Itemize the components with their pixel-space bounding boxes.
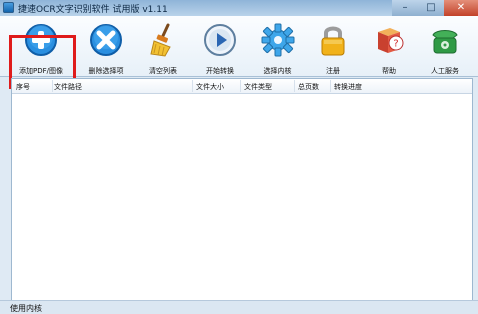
maximize-icon: □ — [426, 2, 436, 13]
col-index[interactable]: 序号 — [16, 82, 30, 92]
gear-icon — [261, 23, 294, 57]
start-convert-label: 开始转换 — [206, 67, 234, 75]
minimize-icon: – — [402, 2, 408, 13]
col-file-path[interactable]: 文件路径 — [54, 82, 82, 92]
title-bar[interactable]: 捷速OCR文字识别软件 试用版 v1.11 – □ ✕ — [0, 0, 478, 17]
customer-service-label: 人工服务 — [431, 67, 459, 75]
column-separator — [192, 80, 193, 92]
column-separator — [294, 80, 295, 92]
play-icon — [204, 24, 236, 56]
grid-body[interactable] — [12, 94, 472, 301]
status-bar: 使用内核 — [0, 300, 478, 314]
close-button[interactable]: ✕ — [444, 0, 478, 16]
close-icon: ✕ — [456, 2, 466, 13]
col-total-pages[interactable]: 总页数 — [298, 82, 319, 92]
column-separator — [330, 80, 331, 92]
delete-selected-label: 删除选择项 — [88, 67, 124, 75]
lock-icon — [321, 26, 345, 56]
start-convert-button[interactable]: 开始转换 — [193, 19, 247, 75]
app-window: 捷速OCR文字识别软件 试用版 v1.11 – □ ✕ 添加PDF/图像 删除选… — [0, 0, 478, 314]
help-label: 帮助 — [382, 67, 396, 75]
col-file-size[interactable]: 文件大小 — [196, 82, 224, 92]
delete-x-icon — [90, 24, 122, 56]
window-title: 捷速OCR文字识别软件 试用版 v1.11 — [18, 5, 168, 15]
svg-text:?: ? — [393, 39, 398, 50]
app-icon — [3, 2, 14, 13]
register-label: 注册 — [326, 67, 340, 75]
phone-icon — [432, 30, 458, 54]
broom-icon — [150, 23, 171, 57]
help-book-icon: ? — [378, 28, 404, 53]
toolbar: 添加PDF/图像 删除选择项 清空列表 开始转换 选择内核 注册 ? 帮助 人工… — [0, 16, 478, 89]
register-button[interactable]: 注册 — [309, 19, 357, 75]
maximize-button[interactable]: □ — [418, 0, 444, 16]
column-separator — [52, 80, 53, 92]
clear-list-label: 清空列表 — [149, 67, 177, 75]
minimize-button[interactable]: – — [392, 0, 418, 16]
clear-list-button[interactable]: 清空列表 — [137, 19, 189, 75]
grid-header: 序号 文件路径 文件大小 文件类型 总页数 转换进度 — [12, 79, 472, 94]
column-separator — [240, 80, 241, 92]
col-file-type[interactable]: 文件类型 — [244, 82, 272, 92]
window-controls: – □ ✕ — [392, 0, 478, 16]
select-engine-label: 选择内核 — [263, 67, 292, 75]
col-progress[interactable]: 转换进度 — [334, 82, 362, 92]
help-button[interactable]: ? 帮助 — [364, 19, 414, 75]
status-text: 使用内核 — [10, 304, 42, 313]
file-list-grid[interactable]: 序号 文件路径 文件大小 文件类型 总页数 转换进度 — [11, 78, 473, 302]
select-engine-button[interactable]: 选择内核 — [250, 19, 305, 75]
delete-selected-button[interactable]: 删除选择项 — [78, 19, 134, 75]
customer-service-button[interactable]: 人工服务 — [417, 19, 473, 75]
